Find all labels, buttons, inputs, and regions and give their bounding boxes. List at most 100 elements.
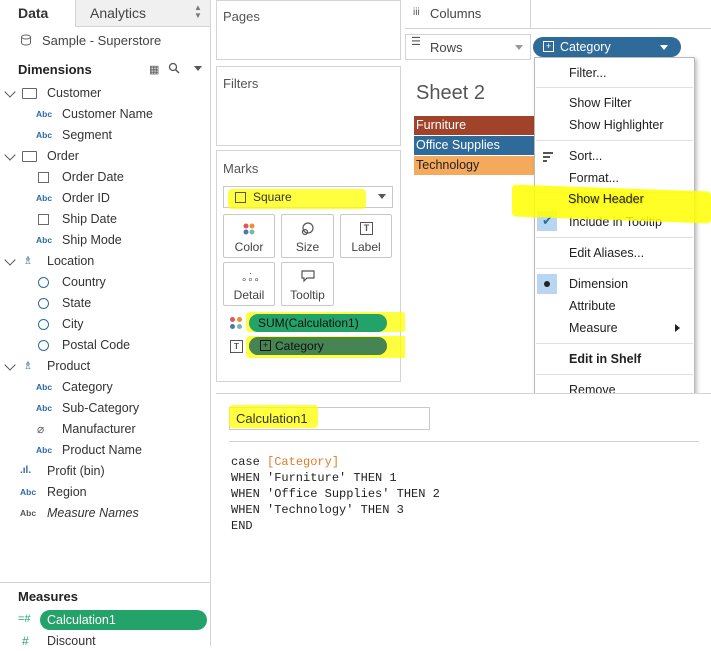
field-ship-date[interactable]: Ship Date [62,209,117,229]
field-postal-code[interactable]: Postal Code [62,335,130,355]
menu-edit-in-shelf[interactable]: Edit in Shelf [569,352,641,366]
measures-divider [0,582,210,583]
view-list-icon[interactable]: ▦ [149,63,159,76]
size-button[interactable]: Size [281,214,334,258]
field-measure-names[interactable]: Measure Names [47,503,139,523]
menu-format[interactable]: Format... [569,171,619,185]
menu-edit-aliases[interactable]: Edit Aliases... [569,246,644,260]
menu-show-header-text: Show Header [568,192,644,206]
pill-menu-chevron-icon[interactable] [660,45,668,50]
category-label-text: Category [275,339,324,353]
pill-context-menu: Filter... Show Filter Show Highlighter S… [534,57,695,404]
code-line-2[interactable]: WHEN 'Furniture' THEN 1 [231,471,397,485]
dimensions-header: Dimensions [18,62,92,77]
calc-editor-panel [216,393,711,647]
pages-title: Pages [223,9,260,24]
tooltip-button[interactable]: Tooltip [281,262,334,306]
menu-separator [536,343,693,344]
field-profit-bin[interactable]: Profit (bin) [47,461,105,481]
tab-arrows-icon[interactable]: ▲ ▼ [194,4,202,20]
code-line-5[interactable]: END [231,519,253,533]
paperclip-icon: ⌀ [37,422,45,436]
code-keyword: case [231,455,260,469]
color-button[interactable]: Color [223,214,275,258]
group-location[interactable]: Location [47,251,94,271]
field-country[interactable]: Country [62,272,106,292]
menu-measure[interactable]: Measure [569,321,618,335]
size-icon [301,222,314,236]
field-sub-category[interactable]: Sub-Category [62,398,139,418]
globe-icon [38,340,49,351]
code-line-3[interactable]: WHEN 'Office Supplies' THEN 2 [231,487,440,501]
row-technology[interactable]: Technology [414,156,534,175]
field-customer-name[interactable]: Customer Name [62,104,153,124]
tab-analytics[interactable]: Analytics [90,0,146,26]
menu-separator [536,374,693,375]
chevron-down-icon[interactable] [378,194,386,199]
string-type-icon: Abc [36,109,53,119]
search-icon[interactable] [168,62,180,77]
radio-dot-icon [544,281,550,287]
calc-editor-divider [229,441,699,442]
field-category[interactable]: Category [62,377,113,397]
menu-attribute[interactable]: Attribute [569,299,616,313]
field-segment[interactable]: Segment [62,125,112,145]
field-product-name[interactable]: Product Name [62,440,142,460]
bin-icon: .ıl. [20,465,32,476]
label-label: Label [351,240,381,254]
group-product[interactable]: Product [47,356,90,376]
row-office-supplies[interactable]: Office Supplies [414,136,534,155]
code-line-1[interactable]: case [Category] [231,455,339,469]
menu-filter[interactable]: Filter... [569,66,607,80]
string-type-icon: Abc [36,382,53,392]
color-shelf-icon [230,317,242,329]
field-state[interactable]: State [62,293,91,313]
plus-icon[interactable]: + [543,41,554,52]
field-order-date[interactable]: Order Date [62,167,124,187]
field-region[interactable]: Region [47,482,87,502]
group-customer[interactable]: Customer [47,83,101,103]
color-icon [243,223,255,235]
string-type-icon: Abc [36,445,53,455]
label-button[interactable]: T Label [340,214,392,258]
label-shelf-icon: T [230,340,243,353]
field-discount[interactable]: Discount [47,631,96,651]
string-type-icon: Abc [36,193,53,203]
dimensions-menu-icon[interactable] [194,66,202,71]
size-label: Size [295,240,320,254]
tab-data[interactable]: Data [0,0,76,27]
pages-card[interactable]: Pages [216,0,401,60]
menu-dimension[interactable]: Dimension [569,277,628,291]
field-manufacturer[interactable]: Manufacturer [62,419,136,439]
shelf-divider [530,0,531,28]
field-city[interactable]: City [62,314,84,334]
menu-show-filter[interactable]: Show Filter [569,96,632,110]
collapse-icon[interactable] [4,359,16,371]
group-order[interactable]: Order [47,146,79,166]
detail-button[interactable]: · ∘∘∘ Detail [223,262,275,306]
field-ship-mode[interactable]: Ship Mode [62,230,122,250]
collapse-icon[interactable] [4,86,16,98]
globe-icon [38,319,49,330]
detail-label: Detail [233,288,265,302]
datasource-name[interactable]: Sample - Superstore [42,33,161,48]
folder-icon [22,151,37,162]
rows-chevron-icon[interactable] [515,45,523,50]
collapse-icon[interactable] [4,149,16,161]
menu-sort[interactable]: Sort... [569,149,602,163]
code-line-4[interactable]: WHEN 'Technology' THEN 3 [231,503,404,517]
field-order-id[interactable]: Order ID [62,188,110,208]
menu-separator [536,87,693,88]
filters-card[interactable]: Filters [216,66,401,146]
color-label: Color [234,240,264,254]
menu-separator [536,268,693,269]
menu-show-highlighter[interactable]: Show Highlighter [569,118,664,132]
plus-icon[interactable]: + [260,340,271,351]
collapse-icon[interactable] [4,254,16,266]
row-furniture[interactable]: Furniture [414,116,534,135]
marks-title: Marks [223,161,259,176]
tooltip-label: Tooltip [290,288,325,302]
rows-label-box [405,34,531,60]
calculated-field-icon: =# [18,613,31,625]
field-calculation1[interactable]: Calculation1 [47,610,116,630]
